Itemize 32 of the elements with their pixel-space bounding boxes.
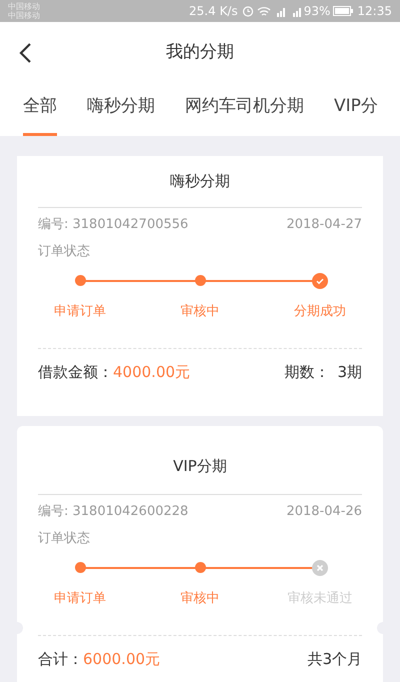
category-tab[interactable]: 嗨秒分期	[87, 84, 155, 136]
category-tab[interactable]: 网约车司机分期	[185, 84, 304, 136]
amount-value: 6000.00元	[83, 649, 160, 670]
step-label: 审核中	[180, 302, 220, 320]
term-value: 共3个月	[307, 649, 362, 670]
wifi-icon	[256, 6, 271, 16]
card-title: 嗨秒分期	[170, 171, 230, 192]
status-label: 订单状态	[38, 244, 90, 258]
step-label: 申请订单	[54, 302, 106, 320]
amount-label: 合计：	[38, 649, 83, 670]
order-date: 2018-04-26	[286, 503, 362, 521]
amount-value: 4000.00元	[113, 362, 190, 384]
step-label: 审核中	[180, 590, 220, 608]
category-tab[interactable]: VIP分	[334, 84, 378, 136]
battery-icon	[333, 6, 354, 16]
category-tab[interactable]: 全部	[23, 84, 57, 136]
order-number: 编号: 31801042600228	[38, 503, 188, 521]
card-title: VIP分期	[173, 456, 227, 477]
battery-percent: 93%	[304, 3, 330, 20]
page-title: 我的分期	[166, 41, 234, 64]
amount-label: 借款金额：	[38, 362, 113, 384]
order-date: 2018-04-27	[286, 216, 362, 234]
step-label: 分期成功	[294, 302, 346, 320]
back-icon[interactable]	[18, 42, 32, 64]
clock-time: 12:35	[357, 3, 392, 20]
order-number: 编号: 31801042700556	[38, 216, 188, 234]
step-label: 申请订单	[54, 590, 106, 608]
alarm-icon	[242, 5, 254, 17]
term-label: 期数：	[284, 362, 330, 384]
status-label: 订单状态	[38, 530, 90, 546]
network-speed: 25.4 K/s	[189, 3, 238, 20]
term-value: 3期	[337, 362, 362, 384]
